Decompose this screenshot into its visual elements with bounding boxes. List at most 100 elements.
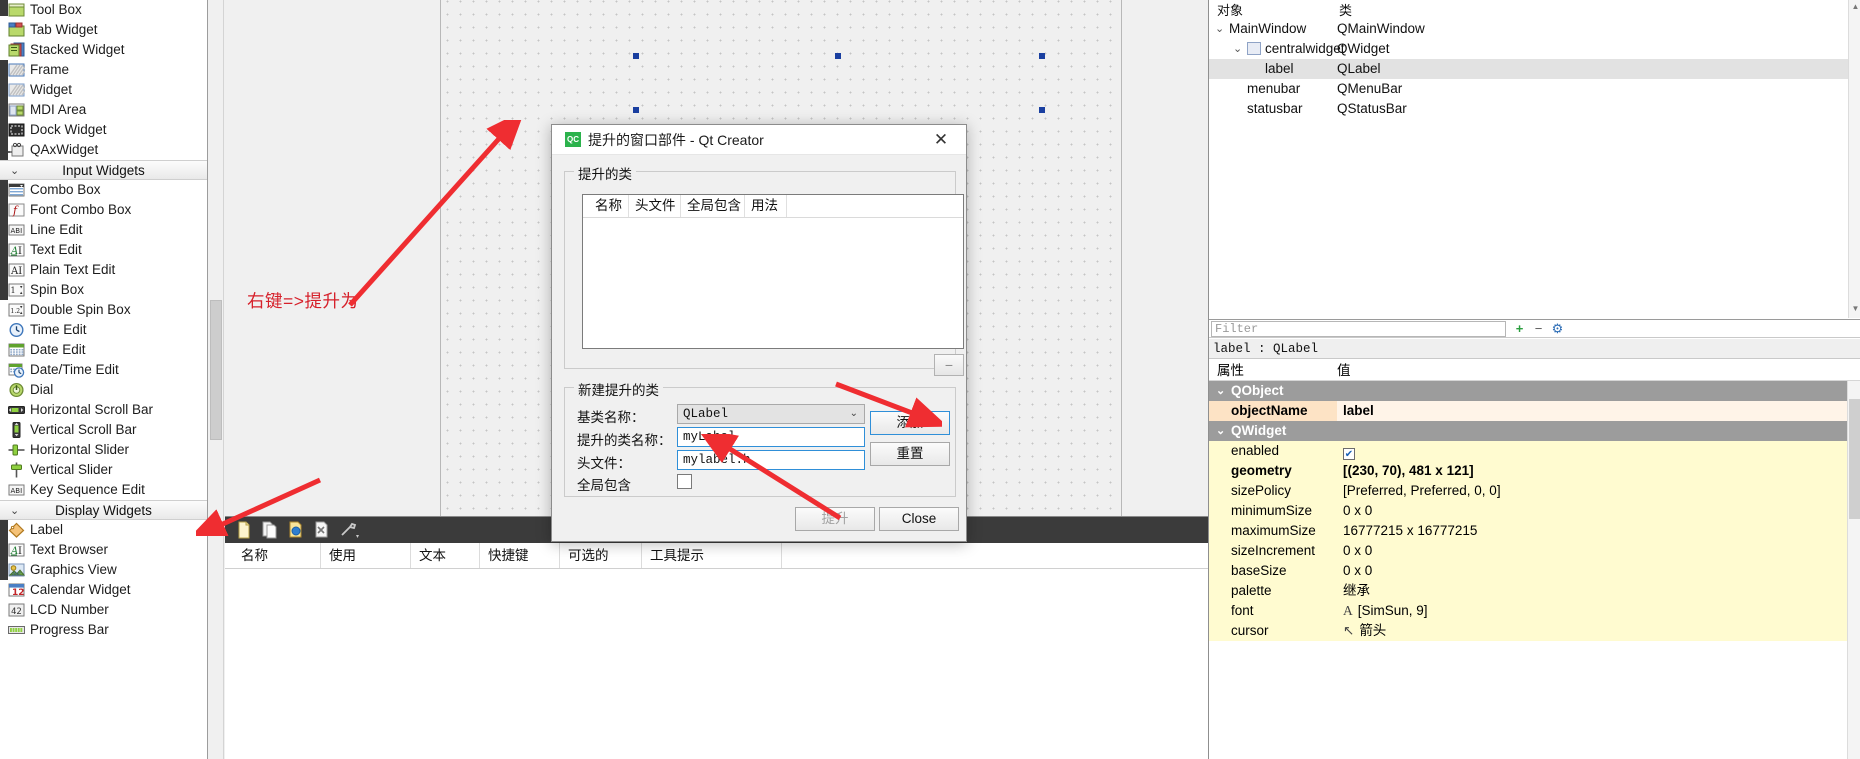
copy-action-icon[interactable]: [261, 521, 279, 539]
chevron-down-icon[interactable]: ⌄: [1233, 39, 1242, 59]
reset-button[interactable]: 重置: [870, 442, 950, 466]
scroll-up-icon[interactable]: ▲: [1851, 2, 1860, 11]
property-value[interactable]: 0 x 0: [1337, 561, 1847, 581]
property-row[interactable]: ❯sizePolicy[Preferred, Preferred, 0, 0]: [1209, 481, 1860, 501]
widget-item-spin-box[interactable]: 1 Spin Box: [0, 280, 207, 300]
remove-property-button[interactable]: −: [1531, 322, 1546, 337]
widget-item-vertical-slider[interactable]: Vertical Slider: [0, 460, 207, 480]
widget-item-mdi-area[interactable]: MDI Area: [0, 100, 207, 120]
action-column-header[interactable]: 使用: [321, 543, 411, 568]
promote-button[interactable]: 提升: [795, 507, 875, 531]
object-tree-row[interactable]: ⌄ centralwidget QWidget: [1209, 39, 1860, 59]
selection-handle[interactable]: [835, 53, 841, 59]
property-value[interactable]: [Preferred, Preferred, 0, 0]: [1337, 481, 1847, 501]
property-group-row[interactable]: ⌄ QWidget: [1209, 421, 1860, 441]
action-column-header[interactable]: 工具提示: [642, 543, 782, 568]
scrollbar-thumb[interactable]: [1849, 399, 1860, 519]
delete-action-icon[interactable]: [313, 521, 331, 539]
action-column-header[interactable]: 名称: [233, 543, 321, 568]
selection-handle[interactable]: [633, 107, 639, 113]
form-vertical-scrollbar[interactable]: [208, 0, 224, 759]
configure-icon[interactable]: [339, 521, 363, 539]
promoted-column-header[interactable]: 名称: [589, 195, 629, 217]
close-icon[interactable]: ✕: [920, 125, 962, 154]
property-value[interactable]: [(230, 70), 481 x 121]: [1337, 461, 1847, 481]
property-value[interactable]: 0 x 0: [1337, 501, 1847, 521]
widget-item-dial[interactable]: Dial: [0, 380, 207, 400]
widget-item-graphics-view[interactable]: abc Graphics View: [0, 560, 207, 580]
promoted-column-header[interactable]: 头文件: [629, 195, 681, 217]
property-value[interactable]: 0 x 0: [1337, 541, 1847, 561]
action-column-header[interactable]: 快捷键: [480, 543, 560, 568]
widget-item-tab-widget[interactable]: Tab Widget: [0, 20, 207, 40]
widget-item-stacked-widget[interactable]: Stacked Widget: [0, 40, 207, 60]
checkbox-icon[interactable]: ✔: [1343, 448, 1355, 460]
header-file-input[interactable]: mylabel.h: [677, 450, 865, 470]
new-action-icon[interactable]: [235, 521, 253, 539]
action-column-header[interactable]: 文本: [411, 543, 480, 568]
widget-item-lcd-number[interactable]: 42 LCD Number: [0, 600, 207, 620]
widget-item-time-edit[interactable]: Time Edit: [0, 320, 207, 340]
base-class-combo[interactable]: QLabel ⌄: [677, 404, 865, 424]
property-editor-rows[interactable]: ⌄QObjectobjectNamelabel⌄QWidgetenabled✔❯…: [1209, 381, 1860, 759]
property-value[interactable]: label: [1337, 401, 1847, 421]
promoted-class-name-input[interactable]: myLabel: [677, 427, 865, 447]
property-editor-scrollbar[interactable]: [1847, 381, 1860, 759]
widget-item-frame[interactable]: Frame: [0, 60, 207, 80]
property-value[interactable]: ↖ 箭头: [1337, 621, 1847, 641]
widget-item-date-time-edit[interactable]: Date/Time Edit: [0, 360, 207, 380]
property-row[interactable]: ❯maximumSize16777215 x 16777215: [1209, 521, 1860, 541]
add-property-button[interactable]: +: [1512, 322, 1527, 337]
add-button[interactable]: 添加: [870, 411, 950, 435]
chevron-down-icon[interactable]: ⌄: [1215, 19, 1224, 39]
selection-handle[interactable]: [1039, 53, 1045, 59]
property-row[interactable]: enabled ✔: [1209, 441, 1860, 461]
global-include-checkbox[interactable]: [677, 474, 692, 489]
object-tree-row[interactable]: label QLabel: [1209, 59, 1860, 79]
widget-box-category-display-widgets[interactable]: ⌄ Display Widgets: [0, 500, 207, 520]
widget-item-horizontal-slider[interactable]: Horizontal Slider: [0, 440, 207, 460]
widget-item-combo-box[interactable]: Combo Box: [0, 180, 207, 200]
property-row[interactable]: ❯fontA[SimSun, 9]: [1209, 601, 1860, 621]
widget-item-widget[interactable]: Widget: [0, 80, 207, 100]
widget-item-double-spin-box[interactable]: 1.2 Double Spin Box: [0, 300, 207, 320]
property-group-row[interactable]: ⌄ QObject: [1209, 381, 1860, 401]
object-inspector-scrollbar[interactable]: ▲ ▼: [1848, 0, 1860, 318]
widget-item-key-sequence-edit[interactable]: ABI Key Sequence Edit: [0, 480, 207, 500]
widget-box-category-input-widgets[interactable]: ⌄ Input Widgets: [0, 160, 207, 180]
property-value[interactable]: [1337, 381, 1847, 401]
widget-item-vertical-scroll-bar[interactable]: Vertical Scroll Bar: [0, 420, 207, 440]
remove-promoted-class-button[interactable]: −: [934, 354, 964, 376]
promoted-column-header[interactable]: 用法: [745, 195, 787, 217]
property-row[interactable]: ❯minimumSize0 x 0: [1209, 501, 1860, 521]
widget-item-horizontal-scroll-bar[interactable]: Horizontal Scroll Bar: [0, 400, 207, 420]
property-value[interactable]: 继承: [1337, 581, 1847, 601]
scroll-down-icon[interactable]: ▼: [1851, 304, 1860, 313]
property-row[interactable]: objectName label: [1209, 401, 1860, 421]
widget-item-plain-text-edit[interactable]: AI Plain Text Edit: [0, 260, 207, 280]
widget-item-text-browser[interactable]: A I Text Browser: [0, 540, 207, 560]
property-filter-input[interactable]: Filter: [1211, 321, 1506, 337]
property-row[interactable]: ❯geometry[(230, 70), 481 x 121]: [1209, 461, 1860, 481]
widget-item-calendar-widget[interactable]: 12 Calendar Widget: [0, 580, 207, 600]
close-button[interactable]: Close: [879, 507, 959, 531]
widget-item-date-edit[interactable]: Date Edit: [0, 340, 207, 360]
widget-item-tool-box[interactable]: Tool Box: [0, 0, 207, 20]
promoted-column-header[interactable]: 全局包含: [681, 195, 745, 217]
widget-item-progress-bar[interactable]: Progress Bar: [0, 620, 207, 640]
widget-item-line-edit[interactable]: ABI Line Edit: [0, 220, 207, 240]
object-tree-row[interactable]: ⌄ MainWindow QMainWindow: [1209, 19, 1860, 39]
action-editor-rows[interactable]: [225, 569, 1210, 759]
selection-handle[interactable]: [633, 53, 639, 59]
promoted-widgets-dialog[interactable]: QC 提升的窗口部件 - Qt Creator ✕ 提升的类 名称 头文件 全局包含…: [551, 124, 967, 542]
property-value[interactable]: [1337, 421, 1847, 441]
property-value[interactable]: A [SimSun, 9]: [1337, 601, 1847, 621]
property-row[interactable]: cursor ↖ 箭头: [1209, 621, 1860, 641]
object-tree-row[interactable]: statusbar QStatusBar: [1209, 99, 1860, 119]
action-column-header[interactable]: 可选的: [560, 543, 642, 568]
widget-item-text-edit[interactable]: A I Text Edit: [0, 240, 207, 260]
widget-box-list[interactable]: Tool Box Tab Widget Stacked Widget Frame Wid…: [0, 0, 207, 640]
property-row[interactable]: palette 继承: [1209, 581, 1860, 601]
property-value[interactable]: ✔: [1337, 441, 1847, 461]
property-value[interactable]: 16777215 x 16777215: [1337, 521, 1847, 541]
